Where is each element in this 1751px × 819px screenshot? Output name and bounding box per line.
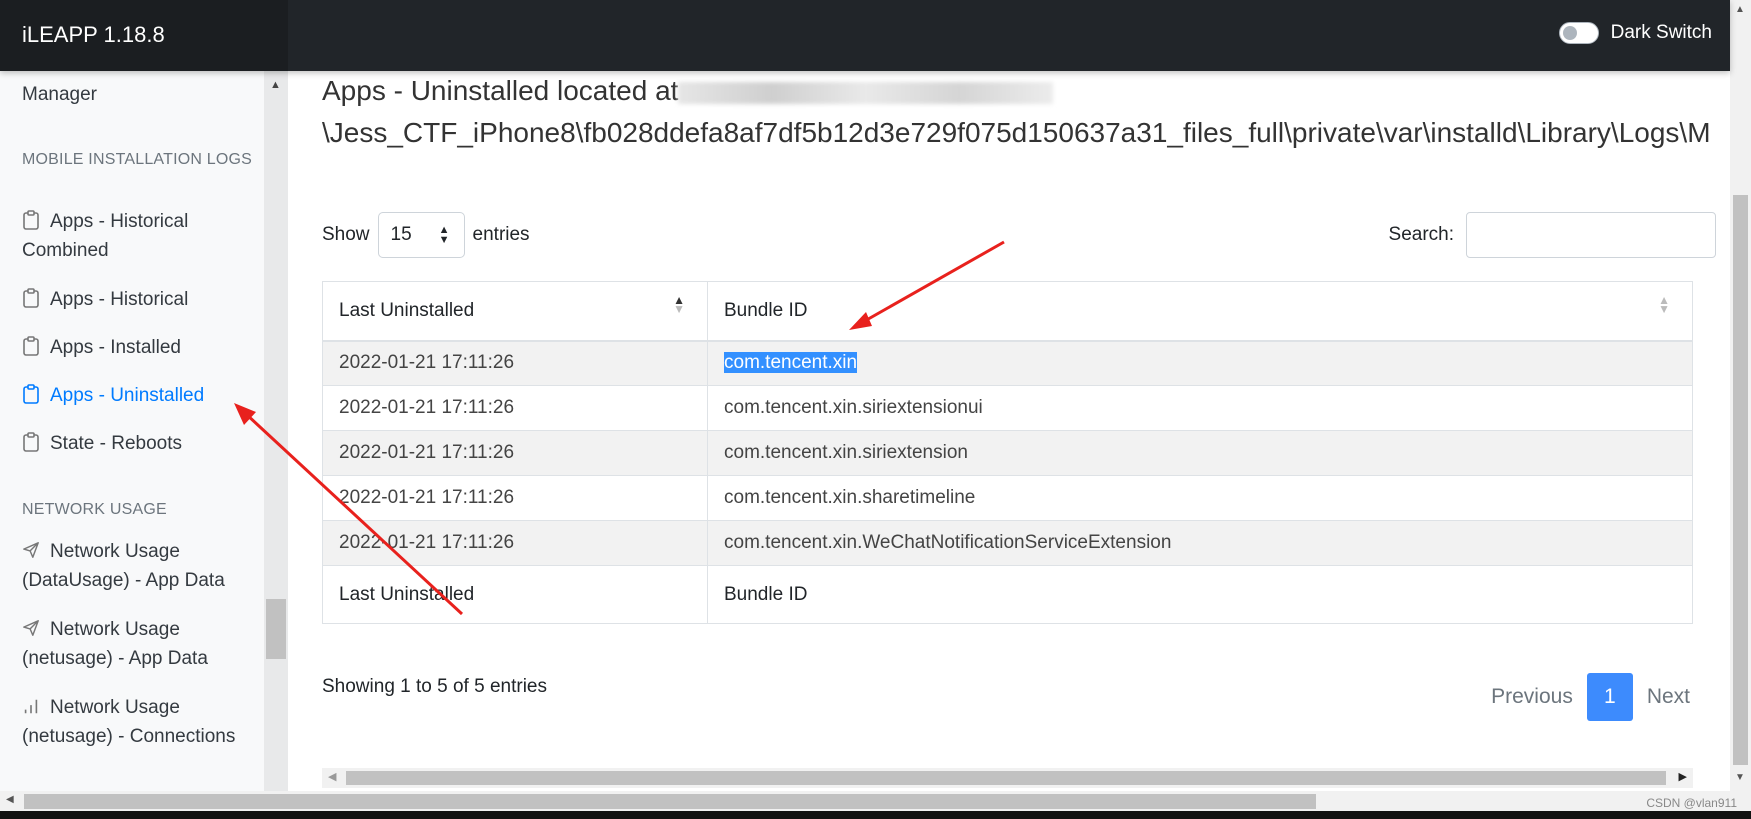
sidebar-heading-network-usage: NETWORK USAGE xyxy=(22,501,167,518)
sidebar-item-apps-historical[interactable]: Apps - Historical xyxy=(22,285,254,314)
clipboard-icon xyxy=(23,336,39,356)
table-cell: 2022-01-21 17:11:26 xyxy=(322,520,708,566)
sidebar-heading-mobile-installation-logs: MOBILE INSTALLATION LOGS xyxy=(22,151,253,168)
table-scroll-thumb[interactable] xyxy=(346,771,1666,785)
scroll-left-arrow-icon[interactable]: ◀ xyxy=(328,770,336,783)
scroll-down-arrow-icon[interactable]: ▼ xyxy=(1735,772,1745,783)
scroll-right-arrow-icon[interactable]: ▶ xyxy=(1679,770,1687,783)
clipboard-icon xyxy=(23,432,39,452)
send-icon xyxy=(23,542,39,558)
next-button[interactable]: Next xyxy=(1647,685,1690,709)
sidebar-item-apps-installed[interactable]: Apps - Installed xyxy=(22,333,254,362)
table-cell: 2022-01-21 17:11:26 xyxy=(322,340,708,386)
table-cell: 2022-01-21 17:11:26 xyxy=(322,385,708,431)
brand-area: iLEAPP 1.18.8 xyxy=(0,0,288,71)
table-cell: com.tencent.xin.sharetimeline xyxy=(707,475,1693,521)
entries-length-control: Show 15 ▲ ▼ entries xyxy=(322,212,530,258)
clipboard-icon xyxy=(23,210,39,230)
pagination: Previous 1 Next xyxy=(1491,673,1690,721)
column-footer-last-uninstalled: Last Uninstalled xyxy=(322,565,708,624)
table-cell: 2022-01-21 17:11:26 xyxy=(322,430,708,476)
table-info: Showing 1 to 5 of 5 entries xyxy=(322,676,547,697)
page-hscroll-thumb[interactable] xyxy=(24,794,1316,809)
entries-select-value: 15 xyxy=(390,224,412,245)
sidebar-item-apps-uninstalled[interactable]: Apps - Uninstalled xyxy=(22,381,254,410)
table-cell: com.tencent.xin.siriextensionui xyxy=(707,385,1693,431)
page-title-path: \Jess_CTF_iPhone8\fb028ddefa8af7df5b12d3… xyxy=(322,117,1711,148)
watermark: CSDN @vlan911 xyxy=(1646,796,1737,810)
dark-switch-toggle[interactable] xyxy=(1558,22,1599,44)
search-control: Search: xyxy=(1389,212,1716,258)
top-navbar: iLEAPP 1.18.8 Dark Switch xyxy=(0,0,1730,71)
scroll-up-arrow-icon[interactable]: ▲ xyxy=(270,79,281,91)
sidebar: Manager MOBILE INSTALLATION LOGS Apps - … xyxy=(0,71,264,791)
sidebar-scroll-thumb[interactable] xyxy=(266,599,286,659)
dark-switch[interactable]: Dark Switch xyxy=(1558,22,1712,44)
window-bottom-edge xyxy=(0,811,1751,819)
table-cell: com.tencent.xin.WeChatNotificationServic… xyxy=(707,520,1693,566)
sidebar-item-network-usage-datausage[interactable]: Network Usage (DataUsage) - App Data xyxy=(22,537,254,595)
entries-label: entries xyxy=(472,224,530,245)
table-cell: com.tencent.xin xyxy=(707,340,1693,386)
page-horizontal-scrollbar[interactable]: ◀ xyxy=(0,791,1751,811)
table-cell: com.tencent.xin.siriextension xyxy=(707,430,1693,476)
column-footer-bundle-id: Bundle ID xyxy=(707,565,1693,624)
show-label: Show xyxy=(322,224,370,245)
table-row: 2022-01-21 17:11:26 com.tencent.xin xyxy=(322,340,1693,386)
data-table: Last Uninstalled ▲ ▼ Bundle ID ▲ ▼ 2022-01… xyxy=(322,281,1693,624)
sort-icon: ▲ ▼ xyxy=(1658,293,1670,316)
sidebar-item-manager[interactable]: Manager xyxy=(22,80,254,109)
sort-icon: ▲ ▼ xyxy=(673,293,685,316)
search-input[interactable] xyxy=(1466,212,1716,258)
column-header-last-uninstalled[interactable]: Last Uninstalled ▲ ▼ xyxy=(322,281,708,342)
table-row: 2022-01-21 17:11:26 com.tencent.xin.siri… xyxy=(322,430,1693,476)
page-title-prefix: Apps - Uninstalled located at xyxy=(322,75,679,106)
redacted-path xyxy=(678,81,1054,104)
table-horizontal-scrollbar[interactable]: ◀ ▶ xyxy=(322,768,1693,788)
sidebar-item-network-usage-netusage-app[interactable]: Network Usage (netusage) - App Data xyxy=(22,615,254,673)
send-icon xyxy=(23,620,39,636)
dark-switch-label: Dark Switch xyxy=(1610,22,1712,43)
scroll-up-arrow-icon[interactable]: ▲ xyxy=(1735,4,1745,15)
sidebar-item-apps-historical-combined[interactable]: Apps - Historical Combined xyxy=(22,207,254,265)
table-row: 2022-01-21 17:11:26 com.tencent.xin.shar… xyxy=(322,475,1693,521)
main-content: Apps - Uninstalled located at \Jess_CTF_… xyxy=(288,0,1730,791)
scroll-left-arrow-icon[interactable]: ◀ xyxy=(6,794,14,805)
selected-text[interactable]: com.tencent.xin xyxy=(724,352,858,374)
search-label: Search: xyxy=(1388,224,1454,245)
page-title: Apps - Uninstalled located at \Jess_CTF_… xyxy=(322,70,1730,154)
app-title[interactable]: iLEAPP 1.18.8 xyxy=(22,22,165,48)
select-arrows-icon: ▲ ▼ xyxy=(438,224,450,246)
bar-chart-icon xyxy=(24,699,38,714)
sidebar-item-network-usage-netusage-connections[interactable]: Network Usage (netusage) - Connections xyxy=(22,693,254,751)
table-row: 2022-01-21 17:11:26 com.tencent.xin.siri… xyxy=(322,385,1693,431)
table-row: 2022-01-21 17:11:26 com.tencent.xin.WeCh… xyxy=(322,520,1693,566)
entries-select[interactable]: 15 ▲ ▼ xyxy=(377,212,465,258)
clipboard-icon xyxy=(23,384,39,404)
page-1-button[interactable]: 1 xyxy=(1586,673,1633,721)
column-header-bundle-id[interactable]: Bundle ID ▲ ▼ xyxy=(707,281,1693,342)
page-scroll-thumb[interactable] xyxy=(1733,195,1748,765)
sidebar-item-state-reboots[interactable]: State - Reboots xyxy=(22,429,254,458)
sidebar-scrollbar[interactable]: ▲ xyxy=(264,71,288,791)
table-cell: 2022-01-21 17:11:26 xyxy=(322,475,708,521)
clipboard-icon xyxy=(23,288,39,308)
page-vertical-scrollbar[interactable]: ▲ ▼ xyxy=(1730,0,1751,791)
previous-button[interactable]: Previous xyxy=(1491,685,1573,709)
